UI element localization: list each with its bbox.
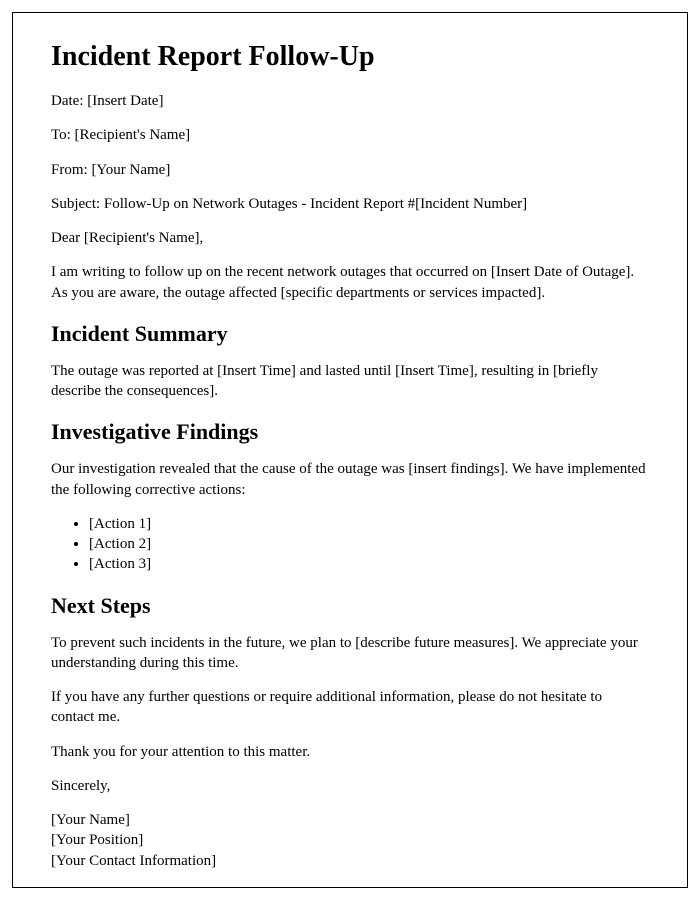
subject-line: Subject: Follow-Up on Network Outages - …: [51, 194, 649, 214]
date-label: Date:: [51, 93, 87, 109]
document-title: Incident Report Follow-Up: [51, 41, 649, 73]
next-body-1: To prevent such incidents in the future,…: [51, 633, 649, 674]
to-value: [Recipient's Name]: [75, 127, 191, 143]
salutation: Dear [Recipient's Name],: [51, 228, 649, 248]
signature-position: [Your Position]: [51, 830, 649, 850]
date-line: Date: [Insert Date]: [51, 91, 649, 111]
document-page: Incident Report Follow-Up Date: [Insert …: [12, 12, 688, 888]
signature-name: [Your Name]: [51, 810, 649, 830]
findings-heading: Investigative Findings: [51, 419, 649, 445]
subject-value: Follow-Up on Network Outages - Incident …: [104, 196, 527, 212]
signature-block: [Your Name] [Your Position] [Your Contac…: [51, 810, 649, 871]
list-item: [Action 1]: [89, 514, 649, 534]
next-body-2: If you have any further questions or req…: [51, 687, 649, 728]
to-line: To: [Recipient's Name]: [51, 125, 649, 145]
list-item: [Action 2]: [89, 534, 649, 554]
closing: Sincerely,: [51, 776, 649, 796]
next-body-3: Thank you for your attention to this mat…: [51, 742, 649, 762]
summary-body: The outage was reported at [Insert Time]…: [51, 361, 649, 402]
from-value: [Your Name]: [91, 162, 170, 178]
actions-list: [Action 1] [Action 2] [Action 3]: [89, 514, 649, 575]
to-label: To:: [51, 127, 75, 143]
findings-body: Our investigation revealed that the caus…: [51, 459, 649, 500]
intro-paragraph: I am writing to follow up on the recent …: [51, 262, 649, 303]
signature-contact: [Your Contact Information]: [51, 851, 649, 871]
from-label: From:: [51, 162, 91, 178]
from-line: From: [Your Name]: [51, 160, 649, 180]
date-value: [Insert Date]: [87, 93, 163, 109]
next-steps-heading: Next Steps: [51, 593, 649, 619]
list-item: [Action 3]: [89, 554, 649, 574]
summary-heading: Incident Summary: [51, 321, 649, 347]
subject-label: Subject:: [51, 196, 104, 212]
